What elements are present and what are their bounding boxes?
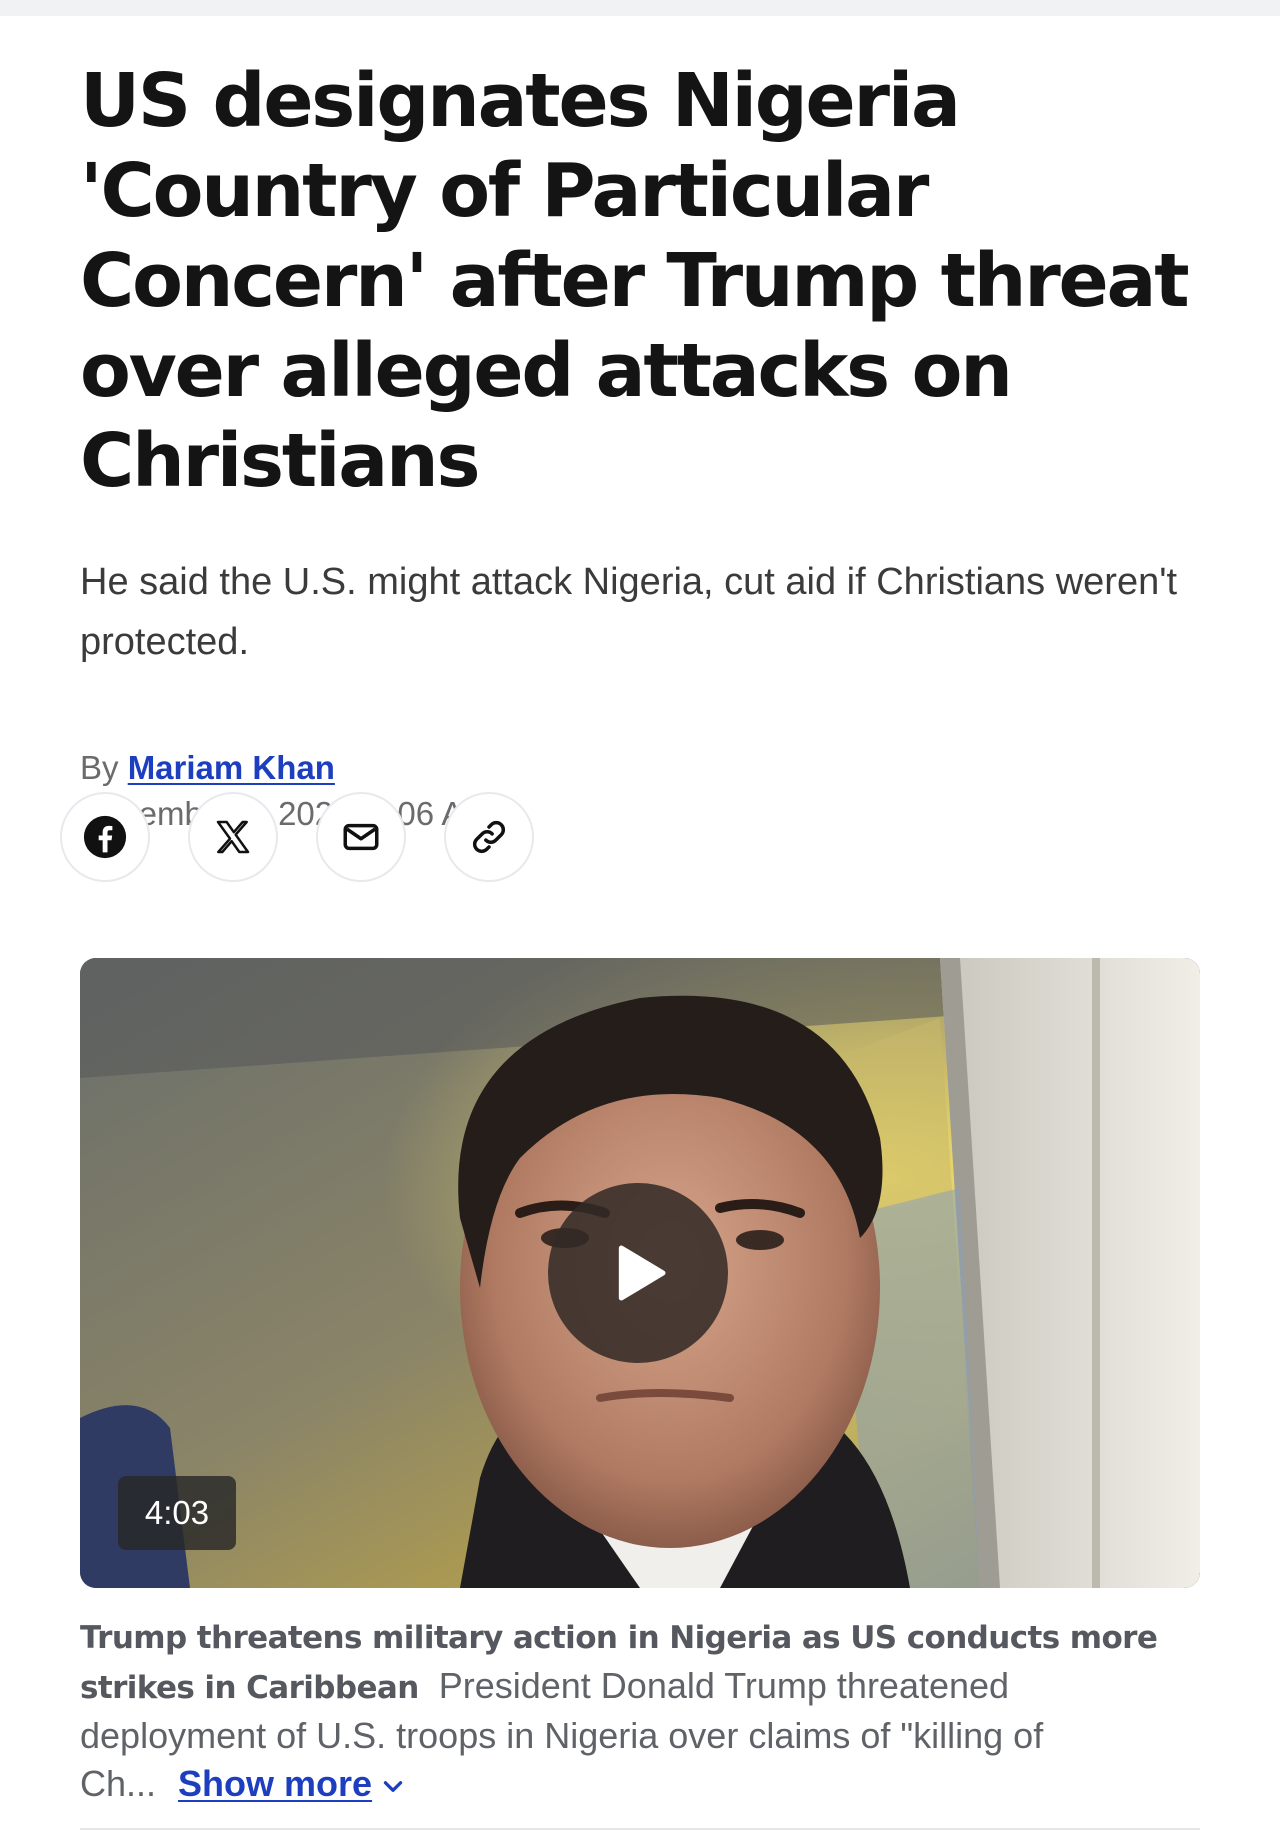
byline: By Mariam Khan [80, 744, 1200, 792]
facebook-icon [83, 815, 127, 859]
link-icon [472, 820, 506, 854]
play-icon [618, 1245, 666, 1301]
email-icon [343, 823, 379, 851]
article-header: US designates Nigeria 'Country of Partic… [80, 56, 1200, 836]
play-button[interactable] [548, 1183, 728, 1363]
headline: US designates Nigeria 'Country of Partic… [80, 58, 1190, 504]
copy-link-button[interactable] [444, 792, 534, 882]
author-link[interactable]: Mariam Khan [128, 749, 335, 786]
show-more-label: Show more [178, 1763, 373, 1804]
chevron-down-icon [383, 1781, 403, 1793]
share-facebook-button[interactable] [60, 792, 150, 882]
x-icon [216, 820, 250, 854]
share-bar [60, 792, 534, 882]
share-x-button[interactable] [188, 792, 278, 882]
subheadline: He said the U.S. might attack Nigeria, c… [80, 561, 1178, 663]
video-caption: Trump threatens military action in Niger… [80, 1612, 1205, 1808]
byline-prefix: By [80, 749, 119, 786]
top-strip [0, 0, 1280, 16]
show-more-button[interactable]: Show more [178, 1763, 406, 1804]
video-duration-badge: 4:03 [118, 1476, 236, 1550]
video-player[interactable]: 4:03 [80, 958, 1200, 1588]
share-email-button[interactable] [316, 792, 406, 882]
divider [80, 1828, 1200, 1830]
